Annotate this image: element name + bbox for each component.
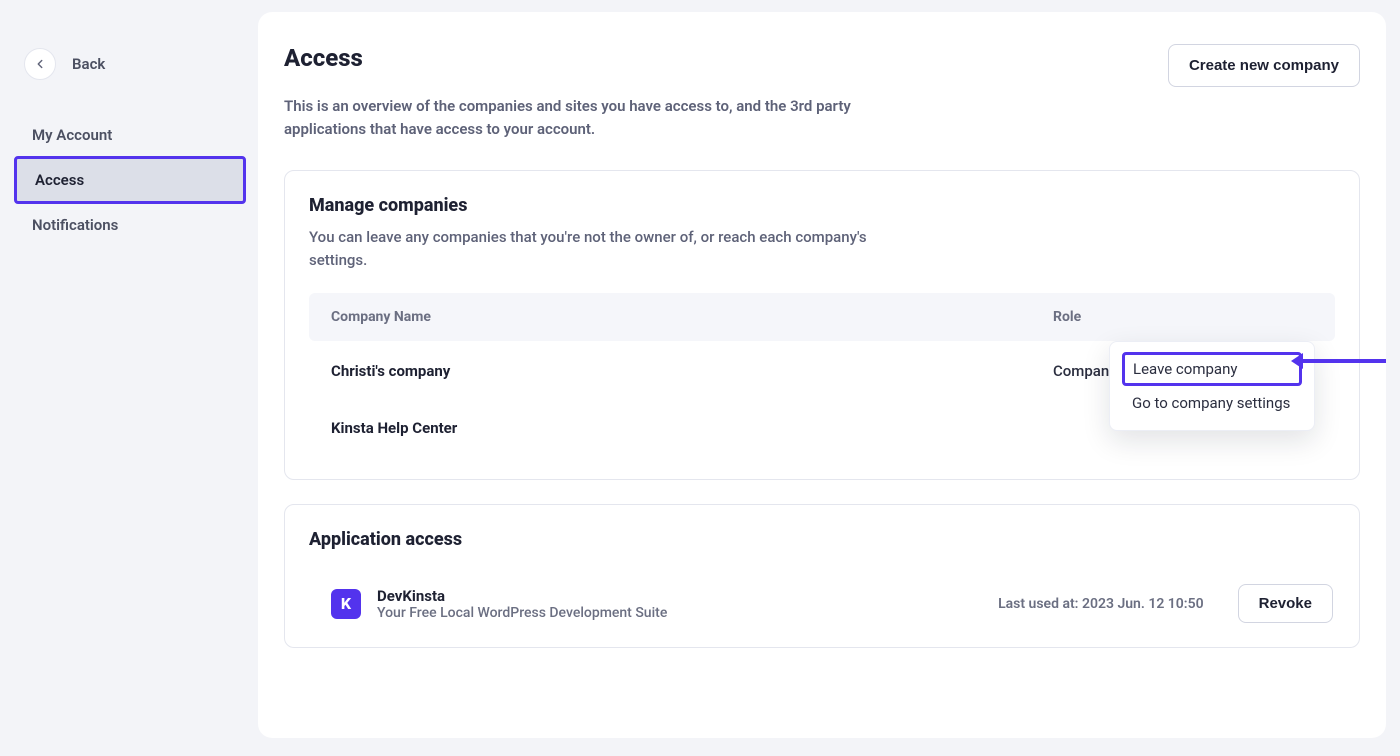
sidebar-nav: My Account Access Notifications <box>14 114 246 246</box>
companies-description: You can leave any companies that you're … <box>309 226 869 271</box>
sidebar-item-notifications[interactable]: Notifications <box>14 204 246 246</box>
table-header: Company Name Role <box>309 293 1335 341</box>
col-header-role: Role <box>1053 309 1273 325</box>
application-access-card: Application access K DevKinsta Your Free… <box>284 504 1360 648</box>
row-actions-dropdown: Leave company Go to company settings <box>1109 341 1315 431</box>
create-company-button[interactable]: Create new company <box>1168 44 1360 87</box>
dropdown-leave-company[interactable]: Leave company <box>1122 352 1302 386</box>
manage-companies-card: Manage companies You can leave any compa… <box>284 170 1360 480</box>
arrow-left-icon <box>24 48 56 80</box>
sidebar: Back My Account Access Notifications <box>14 12 246 738</box>
companies-title: Manage companies <box>309 195 1335 216</box>
app-access-title: Application access <box>309 529 1335 550</box>
company-name: Christi's company <box>331 362 1053 380</box>
app-last-used: Last used at: 2023 Jun. 12 10:50 <box>998 596 1204 612</box>
app-logo-icon: K <box>331 589 361 619</box>
revoke-button[interactable]: Revoke <box>1238 584 1333 623</box>
col-header-name: Company Name <box>331 309 1053 325</box>
company-name: Kinsta Help Center <box>331 419 1053 437</box>
page-description: This is an overview of the companies and… <box>284 95 864 140</box>
sidebar-item-my-account[interactable]: My Account <box>14 114 246 156</box>
app-row: K DevKinsta Your Free Local WordPress De… <box>309 578 1335 623</box>
annotation-arrow-icon <box>1301 359 1386 363</box>
page-title: Access <box>284 44 363 72</box>
app-subtitle: Your Free Local WordPress Development Su… <box>377 605 982 621</box>
sidebar-item-access[interactable]: Access <box>14 156 246 204</box>
back-button[interactable]: Back <box>24 48 105 80</box>
back-label: Back <box>72 55 105 73</box>
main-panel: Access Create new company This is an ove… <box>258 12 1386 738</box>
app-name: DevKinsta <box>377 587 982 605</box>
dropdown-company-settings[interactable]: Go to company settings <box>1122 386 1302 420</box>
